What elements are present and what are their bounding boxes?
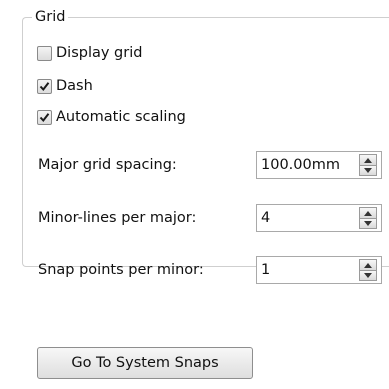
minor-lines-decrement-button[interactable] (359, 218, 377, 229)
automatic-scaling-checkbox-row[interactable]: Automatic scaling (37, 109, 186, 125)
major-spacing-increment-button[interactable] (359, 154, 377, 165)
major-spacing-decrement-button[interactable] (359, 165, 377, 176)
snap-points-per-minor-label: Snap points per minor: (38, 262, 204, 278)
checkmark-icon (39, 81, 50, 91)
minor-lines-increment-button[interactable] (359, 207, 377, 218)
triangle-down-icon (364, 221, 372, 226)
display-grid-checkbox[interactable] (37, 45, 52, 61)
dash-checkbox-row[interactable]: Dash (37, 78, 93, 94)
major-grid-spacing-input[interactable] (257, 152, 349, 178)
snap-points-increment-button[interactable] (359, 259, 377, 270)
snap-points-decrement-button[interactable] (359, 270, 377, 281)
dash-checkbox[interactable] (37, 78, 52, 94)
automatic-scaling-label: Automatic scaling (56, 109, 186, 125)
dash-label: Dash (56, 78, 93, 94)
snap-points-per-minor-input[interactable] (257, 257, 349, 283)
snap-points-per-minor-spinner[interactable] (256, 256, 382, 284)
major-grid-spacing-spinner[interactable] (256, 151, 382, 179)
display-grid-label: Display grid (56, 45, 143, 61)
triangle-up-icon (364, 262, 372, 268)
minor-lines-per-major-spinner[interactable] (256, 204, 382, 232)
checkmark-icon (39, 112, 50, 122)
major-grid-spacing-label: Major grid spacing: (38, 157, 177, 173)
triangle-down-icon (364, 168, 372, 173)
triangle-up-icon (364, 210, 372, 216)
display-grid-checkbox-row[interactable]: Display grid (37, 45, 142, 61)
triangle-down-icon (364, 273, 372, 278)
automatic-scaling-checkbox[interactable] (37, 109, 52, 125)
triangle-up-icon (364, 157, 372, 163)
grid-group-title: Grid (32, 9, 69, 25)
go-to-system-snaps-button[interactable]: Go To System Snaps (37, 347, 253, 379)
minor-lines-per-major-label: Minor-lines per major: (38, 210, 197, 226)
minor-lines-per-major-input[interactable] (257, 205, 349, 231)
